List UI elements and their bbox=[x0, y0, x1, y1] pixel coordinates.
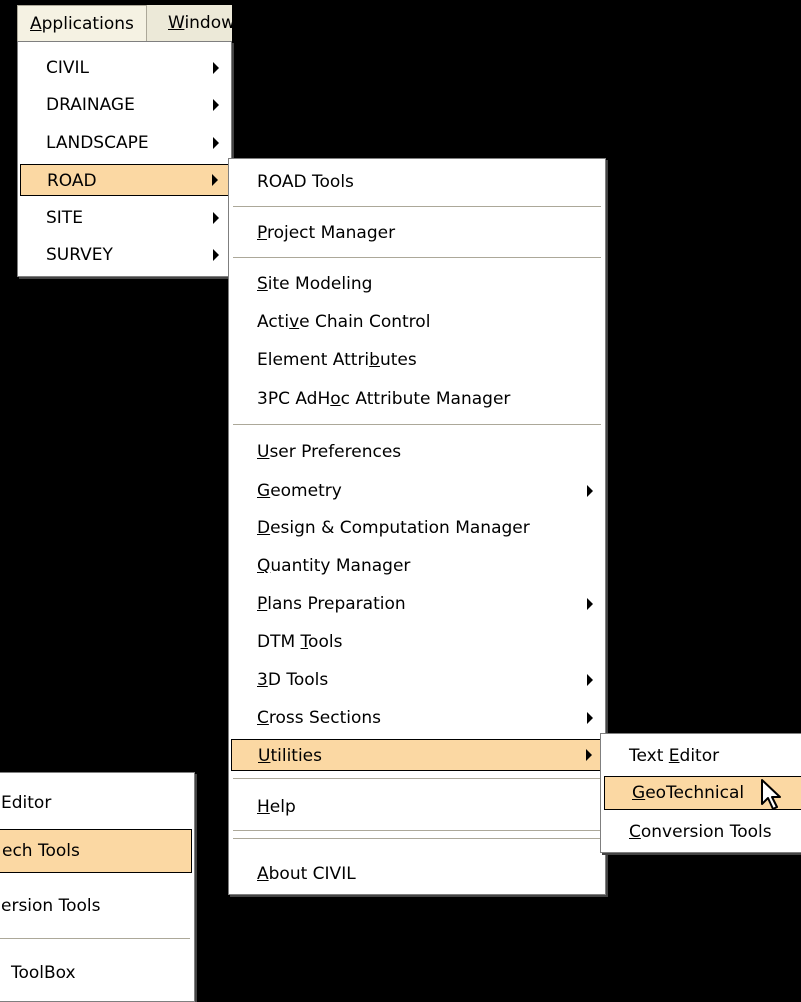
menu-item-label: Quantity Manager bbox=[257, 556, 411, 576]
mouse-pointer-icon bbox=[761, 779, 781, 810]
separator bbox=[233, 206, 601, 208]
menu-window[interactable]: Window bbox=[158, 5, 232, 41]
menu-item-label: Site Modeling bbox=[257, 274, 373, 294]
separator bbox=[233, 257, 601, 259]
submenu-arrow-icon bbox=[212, 174, 218, 186]
menu-item-3d-tools[interactable]: 3D Tools bbox=[231, 664, 603, 696]
bg-menu-item-toolbox[interactable]: ToolBox bbox=[0, 957, 192, 989]
menu-item-label: DTM Tools bbox=[257, 632, 343, 652]
submenu-arrow-icon bbox=[587, 712, 593, 724]
menu-item-plans-preparation[interactable]: Plans Preparation bbox=[231, 588, 603, 620]
bg-menu-item-conversion-tools[interactable]: ersion Tools bbox=[0, 890, 192, 922]
menu-item-survey[interactable]: SURVEY bbox=[20, 239, 229, 271]
separator bbox=[233, 424, 601, 426]
menu-item-label: About CIVIL bbox=[257, 864, 356, 884]
menu-item-geometry[interactable]: Geometry bbox=[231, 475, 603, 507]
submenu-arrow-icon bbox=[586, 749, 592, 761]
menu-item-utilities[interactable]: Utilities bbox=[231, 739, 603, 771]
menu-item-label: Element Attributes bbox=[257, 350, 417, 370]
separator bbox=[233, 778, 601, 780]
separator bbox=[233, 830, 601, 832]
menu-item-cross-sections[interactable]: Cross Sections bbox=[231, 702, 603, 734]
menu-item-civil[interactable]: CIVIL bbox=[20, 52, 229, 84]
menu-applications[interactable]: Applications bbox=[17, 5, 147, 41]
menu-applications-label: Applications bbox=[30, 14, 134, 34]
bg-menu-item-geotech-tools[interactable]: ech Tools bbox=[0, 829, 192, 873]
menu-item-label: Utilities bbox=[258, 746, 322, 766]
submenu-arrow-icon bbox=[587, 674, 593, 686]
submenu-arrow-icon bbox=[213, 137, 219, 149]
menu-item-label: Project Manager bbox=[257, 223, 396, 243]
menu-item-project-manager[interactable]: Project Manager bbox=[231, 217, 603, 249]
menu-item-label: Cross Sections bbox=[257, 708, 382, 728]
menu-item-label: User Preferences bbox=[257, 442, 402, 462]
menu-item-dtm-tools[interactable]: DTM Tools bbox=[231, 626, 603, 658]
menu-item-site-modeling[interactable]: Site Modeling bbox=[231, 268, 603, 300]
menu-item-road-tools[interactable]: ROAD Tools bbox=[231, 166, 603, 198]
menu-item-drainage[interactable]: DRAINAGE bbox=[20, 89, 229, 121]
menu-item-adhoc-attribute-manager[interactable]: 3PC AdHoc Attribute Manager bbox=[231, 383, 603, 415]
menu-item-conversion-tools[interactable]: Conversion Tools bbox=[603, 816, 801, 848]
road-submenu: ROAD Tools Project Manager Site Modeling… bbox=[228, 158, 606, 895]
menu-item-site[interactable]: SITE bbox=[20, 202, 229, 234]
submenu-arrow-icon bbox=[587, 485, 593, 497]
applications-menu: CIVIL DRAINAGE LANDSCAPE ROAD SITE SURVE… bbox=[17, 41, 232, 277]
submenu-arrow-icon bbox=[587, 598, 593, 610]
submenu-arrow-icon bbox=[213, 62, 219, 74]
menu-item-label: Plans Preparation bbox=[257, 594, 406, 614]
menu-item-design-computation-manager[interactable]: Design & Computation Manager bbox=[231, 512, 603, 544]
menu-item-element-attributes[interactable]: Element Attributes bbox=[231, 344, 603, 376]
menu-item-label: 3PC AdHoc Attribute Manager bbox=[257, 389, 511, 409]
menu-item-help[interactable]: Help bbox=[231, 791, 603, 823]
separator bbox=[0, 938, 190, 940]
menu-item-text-editor[interactable]: Text Editor bbox=[603, 740, 801, 772]
separator bbox=[233, 838, 601, 840]
menu-item-road[interactable]: ROAD bbox=[20, 164, 229, 196]
background-utilities-menu: Editor ech Tools ersion Tools ToolBox bbox=[0, 772, 195, 1002]
submenu-arrow-icon bbox=[213, 212, 219, 224]
menu-item-label: Help bbox=[257, 797, 296, 817]
submenu-arrow-icon bbox=[213, 249, 219, 261]
menu-item-label: Text Editor bbox=[629, 746, 720, 766]
submenu-arrow-icon bbox=[213, 99, 219, 111]
menu-item-label: Design & Computation Manager bbox=[257, 518, 530, 538]
menu-item-landscape[interactable]: LANDSCAPE bbox=[20, 127, 229, 159]
menu-item-label: Conversion Tools bbox=[629, 822, 772, 842]
menu-item-label: 3D Tools bbox=[257, 670, 329, 690]
menu-window-label: Window bbox=[168, 13, 232, 33]
menu-item-label: Active Chain Control bbox=[257, 312, 431, 332]
menu-item-quantity-manager[interactable]: Quantity Manager bbox=[231, 550, 603, 582]
menu-bar: Applications Window bbox=[17, 5, 232, 42]
menu-item-label: GeoTechnical bbox=[632, 783, 745, 803]
menu-item-user-preferences[interactable]: User Preferences bbox=[231, 436, 603, 468]
menu-item-about-civil[interactable]: About CIVIL bbox=[231, 858, 603, 890]
menu-item-active-chain-control[interactable]: Active Chain Control bbox=[231, 306, 603, 338]
menu-item-label: Geometry bbox=[257, 481, 342, 501]
bg-menu-item-editor[interactable]: Editor bbox=[0, 787, 192, 819]
